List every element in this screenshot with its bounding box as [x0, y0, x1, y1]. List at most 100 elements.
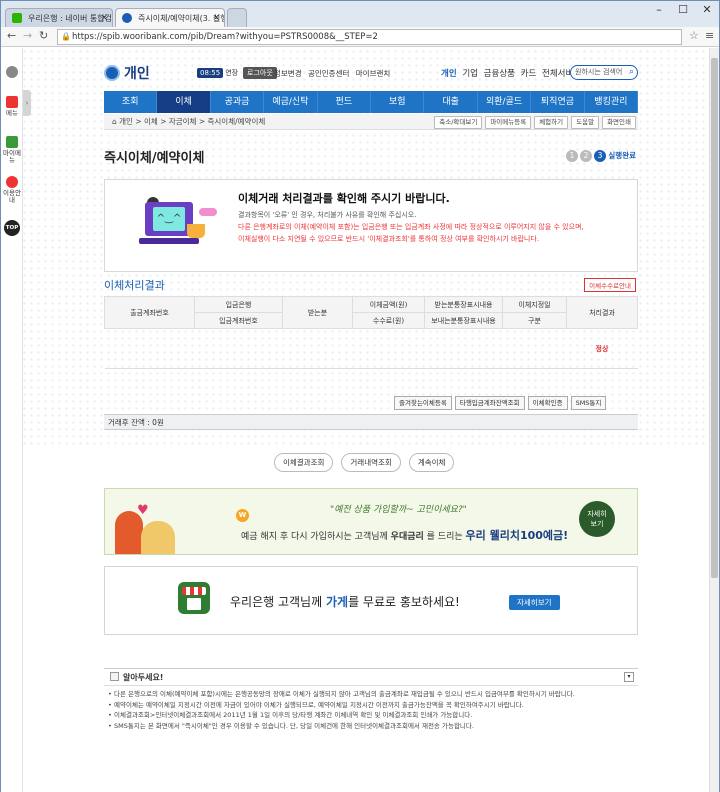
demo-button[interactable]: 체험하기 [534, 116, 569, 129]
family-illustration-icon: ♥ [109, 497, 183, 554]
ad-product: 우리 웰리치100예금! [465, 529, 569, 542]
left-quick-sidebar: 메뉴 마이메뉴 이용안내 TOP [1, 48, 23, 792]
fee-info-button[interactable]: 이체수수료안내 [584, 278, 636, 292]
deposit-ad-banner[interactable]: ♥ W "예전 상품 가입할까~ 고민이세요?" 예금 해지 후 다시 가입하시… [104, 488, 638, 555]
collapse-icon[interactable]: ▾ [624, 672, 634, 682]
reload-icon[interactable]: ↻ [39, 29, 48, 42]
col-fee: 수수료(원) [352, 312, 425, 329]
search-input[interactable]: 원하시는 검색어 ⌕ [570, 65, 638, 80]
my-menu-icon [6, 136, 18, 148]
laptop-illustration-icon: ^‿^ [139, 202, 199, 244]
help-icon [6, 176, 18, 188]
site-logo[interactable]: 개인 [104, 63, 150, 83]
col-bank: 입금은행 [194, 296, 283, 313]
gnb-item-transfer[interactable]: 이체 [157, 91, 211, 113]
search-icon[interactable]: ⌕ [629, 66, 634, 78]
transaction-history-button[interactable]: 거래내역조회 [341, 453, 401, 472]
forward-icon[interactable]: → [23, 29, 32, 42]
step-1: 1 [566, 150, 578, 162]
minimize-icon[interactable]: – [647, 3, 671, 16]
notice-list: 다른 은행으로의 이체(예약이체 포함)시에는 은행공동망의 장애로 이체가 실… [104, 686, 638, 731]
gnb-item-forex[interactable]: 외환/골드 [478, 91, 532, 113]
zoom-button[interactable]: 축소/확대보기 [434, 116, 483, 129]
col-send-memo: 보내는분통장표시내용 [424, 312, 503, 329]
window-close-icon[interactable]: ✕ [695, 3, 719, 16]
step-3: 3 [594, 150, 606, 162]
notice-box: 알아두세요! ▾ 다른 은행으로의 이체(예약이체 포함)시에는 은행공동망의 … [104, 668, 638, 792]
store-bold: 가게 [325, 595, 349, 609]
step-indicator: 123 실행완료 [564, 150, 636, 162]
page-scrollbar[interactable] [709, 48, 719, 792]
sms-notify-button[interactable]: SMS통지 [570, 396, 607, 410]
store-more-button[interactable]: 자세히보기 [509, 595, 560, 610]
extend-link[interactable]: 연장 [225, 69, 238, 77]
nav-personal[interactable]: 개인 [441, 69, 457, 79]
search-placeholder: 원하시는 검색어 [575, 68, 623, 76]
bookmark-star-icon[interactable]: ☆ [689, 29, 699, 42]
quick-logo[interactable] [1, 66, 23, 80]
add-mymenu-button[interactable]: 마이메뉴등록 [485, 116, 532, 129]
address-bar: ← → ↻ 🔒 https://spib.wooribank.com/pib/D… [1, 27, 719, 47]
top-right-nav: 개인 기업 금융상품 카드 전체서비스 ▾ [441, 67, 591, 79]
gnb-item-deposit[interactable]: 예금/신탁 [264, 91, 318, 113]
banner-more-button[interactable]: 자세히 보기 [579, 501, 615, 537]
tab-naver[interactable]: 우리은행 : 네이버 통합검 × [5, 8, 113, 27]
logout-button[interactable]: 로그아웃 [243, 67, 277, 79]
message-line-2: 다른 은행계좌로의 이체(예약이체 포함)는 입금은행 또는 입금계좌 사정에 … [238, 223, 584, 231]
quick-top[interactable]: TOP [1, 220, 23, 236]
favorite-transfer-button[interactable]: 즐겨찾는이체등록 [394, 396, 452, 410]
scrollbar-thumb[interactable] [711, 58, 718, 578]
col-from-account: 출금계좌번호 [104, 296, 195, 329]
close-icon[interactable]: × [100, 9, 108, 27]
tab-woori[interactable]: 즉시이체/예약이체(3. 실행 × [115, 8, 225, 27]
notice-header: 알아두세요! ▾ [104, 669, 638, 686]
list-item: 다른 은행으로의 이체(예약이체 포함)시에는 은행공동망의 장애로 이체가 실… [108, 689, 638, 700]
quick-menu-label: 메뉴 [6, 109, 18, 117]
other-bank-balance-button[interactable]: 타행입금계좌잔액조회 [454, 396, 525, 410]
transfer-receipt-button[interactable]: 이체확인증 [527, 396, 568, 410]
quick-mymenu[interactable]: 마이메뉴 [1, 136, 23, 164]
bottom-actions: 이체결과조회 거래내역조회 계속이체 [274, 453, 455, 472]
breadcrumb: ⌂ 개인 > 이체 > 자금이체 > 즉시이체/예약이체 축소/확대보기 마이메… [104, 114, 638, 130]
gnb-item-insurance[interactable]: 보험 [371, 91, 425, 113]
banner-quote: "예전 상품 가입할까~ 고민이세요?" [330, 505, 467, 515]
list-item[interactable]: 이체결과조회>인터넷이체결과조회에서 2011년 1월 1일 이후의 당/타행 … [108, 710, 638, 721]
gnb-item-loan[interactable]: 대출 [424, 91, 478, 113]
result-section-title: 이체처리결과 [104, 279, 165, 292]
gnb-item-utility[interactable]: 공과금 [211, 91, 265, 113]
close-icon[interactable]: × [212, 9, 220, 27]
tab-label: 우리은행 : 네이버 통합검 [28, 14, 112, 23]
w-coin-icon: W [236, 509, 249, 522]
ad-bold: 우대금리 [390, 532, 424, 542]
transfer-result-button[interactable]: 이체결과조회 [274, 453, 334, 472]
woori-favicon-icon [122, 13, 132, 23]
new-tab-button[interactable] [227, 8, 247, 27]
gnb-item-inquiry[interactable]: 조회 [104, 91, 158, 113]
global-nav: 조회 이체 공과금 예금/신탁 펀드 보험 대출 외환/골드 퇴직연금 뱅킹관리 [104, 91, 639, 113]
lock-icon: 🔒 [61, 32, 71, 41]
gnb-item-banking[interactable]: 뱅킹관리 [585, 91, 639, 113]
continue-transfer-button[interactable]: 계속이체 [408, 453, 455, 472]
url-input[interactable]: 🔒 https://spib.wooribank.com/pib/Dream?w… [57, 29, 682, 45]
col-result: 처리결과 [566, 296, 638, 329]
sidebar-toggle-handle[interactable]: › [23, 90, 31, 116]
gnb-item-fund[interactable]: 펀드 [318, 91, 372, 113]
store-pre: 우리은행 고객님께 [230, 595, 323, 609]
top-button[interactable]: TOP [4, 220, 20, 236]
quick-menu[interactable]: 메뉴 [1, 96, 23, 117]
util-links[interactable]: 정보변경 공인인증센터 마이브랜치 [274, 68, 390, 79]
maximize-icon[interactable]: ☐ [671, 3, 695, 16]
help-button[interactable]: 도움말 [571, 116, 600, 129]
naver-favicon-icon [12, 13, 22, 23]
result-message-box: ^‿^ 이체거래 처리결과를 확인해 주시기 바랍니다. 결과항목이 '오류' … [104, 179, 638, 272]
page-tools: 축소/확대보기 마이메뉴등록 체험하기 도움말 화면인쇄 [434, 116, 636, 129]
store-ad-banner[interactable]: 우리은행 고객님께 가게를 무료로 홍보하세요! 자세히보기 [104, 566, 638, 635]
browser-menu-icon[interactable]: ≡ [705, 29, 714, 42]
print-button[interactable]: 화면인쇄 [602, 116, 636, 129]
gnb-item-pension[interactable]: 퇴직연금 [531, 91, 585, 113]
back-icon[interactable]: ← [7, 29, 16, 42]
message-title: 이체거래 처리결과를 확인해 주시기 바랍니다. [238, 192, 450, 205]
breadcrumb-text[interactable]: 개인 > 이체 > 자금이체 > 즉시이체/예약이체 [119, 117, 265, 126]
page-title: 즉시이체/예약이체 [104, 151, 205, 166]
quick-guide[interactable]: 이용안내 [1, 176, 23, 204]
